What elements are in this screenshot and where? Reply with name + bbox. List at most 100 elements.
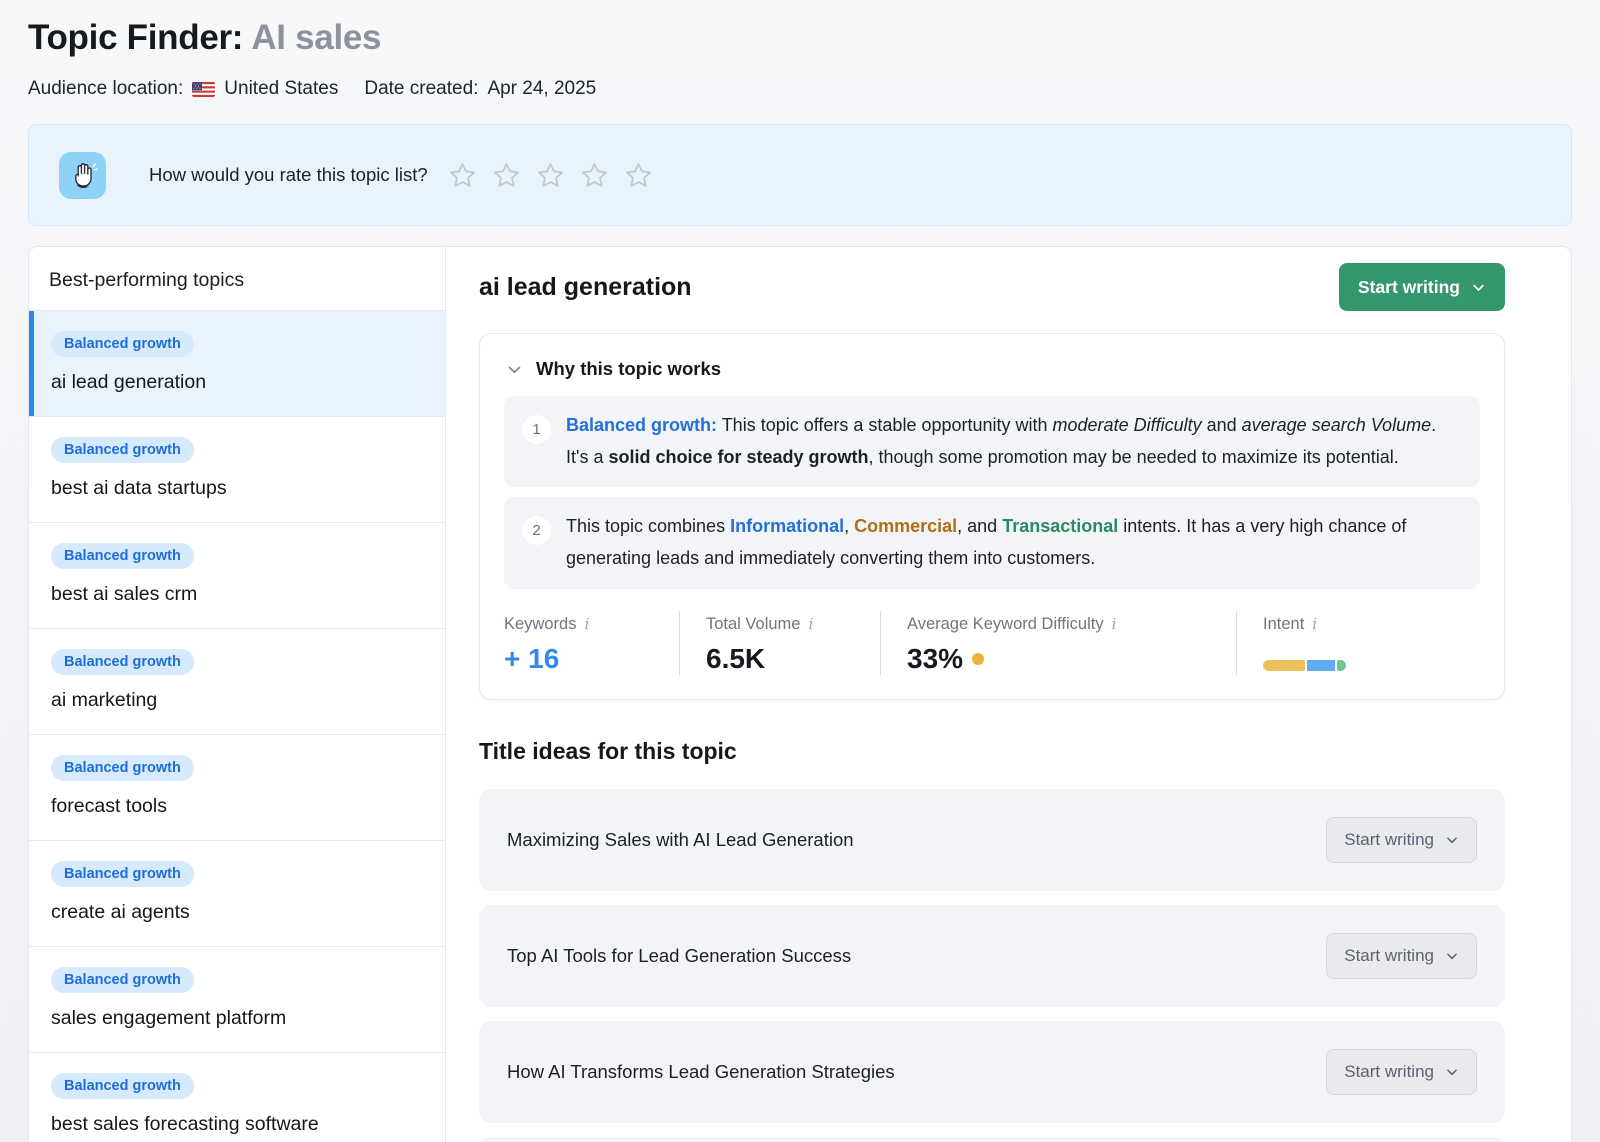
selected-topic-title: ai lead generation — [479, 273, 692, 302]
page-title-prefix: Topic Finder: — [28, 18, 243, 57]
balanced-growth-badge: Balanced growth — [51, 1073, 194, 1099]
difficulty-level-dot — [972, 653, 984, 665]
rating-banner: How would you rate this topic list? — [28, 124, 1572, 226]
total-volume-label: Total Volume — [706, 615, 800, 634]
start-writing-button[interactable]: Start writing — [1326, 817, 1477, 863]
title-idea-card: Maximizing Sales with AI Lead Generation… — [479, 789, 1505, 891]
topic-label: ai lead generation — [51, 371, 425, 394]
chevron-down-icon — [1445, 949, 1459, 963]
sidebar-header: Best-performing topics — [29, 247, 445, 311]
intent-label: Intent — [1263, 615, 1304, 634]
title-idea-card: Top AI Tools for Lead Generation Success… — [479, 905, 1505, 1007]
metric-intent: Intenti — [1236, 611, 1346, 675]
keyword-difficulty-value: 33% — [907, 643, 963, 675]
balanced-growth-badge: Balanced growth — [51, 967, 194, 993]
topic-list-item[interactable]: Balanced growth best ai data startups — [29, 417, 445, 523]
metric-total-volume: Total Volume i 6.5K — [679, 611, 880, 675]
topic-list-item[interactable]: Balanced growth ai marketing — [29, 629, 445, 735]
metrics-row: Keywords i + 16 Total Volume i 6.5K Averag… — [504, 611, 1480, 675]
topic-list-item[interactable]: Balanced growth best sales forecasting s… — [29, 1053, 445, 1142]
topic-label: best ai data startups — [51, 477, 425, 500]
reasons-list: 1 Balanced growth: This topic offers a s… — [504, 396, 1480, 589]
reason-text: This topic combines Informational, Comme… — [566, 511, 1462, 574]
title-ideas-list: Maximizing Sales with AI Lead Generation… — [479, 789, 1505, 1123]
raised-hand-icon — [59, 152, 106, 199]
topic-label: create ai agents — [51, 901, 425, 924]
rating-star[interactable] — [536, 161, 565, 190]
reason-text: Balanced growth: This topic offers a sta… — [566, 410, 1462, 473]
keywords-value: + 16 — [504, 643, 679, 675]
balanced-growth-badge: Balanced growth — [51, 437, 194, 463]
topic-label: best sales forecasting software — [51, 1113, 425, 1136]
collapse-chevron-icon — [506, 361, 523, 378]
reason-number: 2 — [522, 516, 551, 545]
reason-block: 1 Balanced growth: This topic offers a s… — [504, 396, 1480, 487]
info-icon[interactable]: i — [1112, 615, 1117, 633]
balanced-growth-badge: Balanced growth — [51, 331, 194, 357]
topic-label: forecast tools — [51, 795, 425, 818]
title-idea-text: How AI Transforms Lead Generation Strate… — [507, 1061, 895, 1083]
topic-label: ai marketing — [51, 689, 425, 712]
topic-list-item[interactable]: Balanced growth best ai sales crm — [29, 523, 445, 629]
topic-list-item[interactable]: Balanced growth create ai agents — [29, 841, 445, 947]
main-card: Best-performing topics Balanced growth a… — [28, 246, 1572, 1142]
why-topic-works-card: Why this topic works 1 Balanced growth: … — [479, 333, 1505, 700]
info-icon[interactable]: i — [808, 615, 813, 633]
why-topic-works-title: Why this topic works — [536, 358, 721, 380]
page: Topic Finder: AI sales Audience location… — [0, 0, 1600, 1142]
balanced-growth-badge: Balanced growth — [51, 755, 194, 781]
title-idea-card: How AI Transforms Lead Generation Strate… — [479, 1021, 1505, 1123]
start-writing-label: Start writing — [1358, 277, 1460, 298]
balanced-growth-badge: Balanced growth — [51, 649, 194, 675]
date-created: Date created: Apr 24, 2025 — [364, 78, 596, 100]
start-writing-button[interactable]: Start writing — [1326, 1049, 1477, 1095]
topic-list-item[interactable]: Balanced growth sales engagement platfor… — [29, 947, 445, 1053]
metric-keyword-difficulty: Average Keyword Difficulty i 33% — [880, 611, 1236, 675]
rating-star[interactable] — [624, 161, 653, 190]
topic-list-item[interactable]: Balanced growth forecast tools — [29, 735, 445, 841]
keywords-label: Keywords — [504, 615, 576, 634]
chevron-down-icon — [1445, 833, 1459, 847]
start-writing-label: Start writing — [1344, 830, 1434, 850]
reason-number: 1 — [522, 415, 551, 444]
date-created-value: Apr 24, 2025 — [487, 78, 596, 100]
start-writing-button[interactable]: Start writing — [1326, 933, 1477, 979]
info-icon[interactable]: i — [1312, 615, 1317, 633]
chevron-down-icon — [1471, 280, 1486, 295]
intent-segment-informational — [1307, 660, 1335, 671]
audience-location-label: Audience location: — [28, 78, 183, 100]
topic-label: sales engagement platform — [51, 1007, 425, 1030]
balanced-growth-badge: Balanced growth — [51, 861, 194, 887]
rating-star[interactable] — [492, 161, 521, 190]
chevron-down-icon — [1445, 1065, 1459, 1079]
balanced-growth-badge: Balanced growth — [51, 543, 194, 569]
title-ideas-header: Title ideas for this topic — [479, 738, 1505, 765]
reason-block: 2 This topic combines Informational, Com… — [504, 497, 1480, 588]
start-writing-button[interactable]: Start writing — [1339, 263, 1505, 311]
rating-star[interactable] — [448, 161, 477, 190]
keyword-difficulty-label: Average Keyword Difficulty — [907, 615, 1104, 634]
total-volume-value: 6.5K — [706, 643, 880, 675]
page-title-query: AI sales — [251, 18, 381, 57]
detail-header: ai lead generation Start writing — [479, 263, 1505, 311]
metric-keywords: Keywords i + 16 — [504, 611, 679, 675]
info-icon[interactable]: i — [584, 615, 589, 633]
start-writing-label: Start writing — [1344, 946, 1434, 966]
topic-list-item[interactable]: Balanced growth ai lead generation — [29, 311, 445, 417]
title-idea-card-partial — [479, 1137, 1505, 1142]
topic-detail-pane: ai lead generation Start writing Why thi… — [446, 247, 1571, 1142]
intent-bar — [1263, 660, 1346, 671]
start-writing-label: Start writing — [1344, 1062, 1434, 1082]
topics-sidebar: Best-performing topics Balanced growth a… — [29, 247, 446, 1142]
audience-location-value: United States — [224, 78, 338, 100]
why-topic-works-toggle[interactable]: Why this topic works — [504, 354, 1480, 380]
us-flag-icon — [192, 82, 215, 97]
title-idea-text: Maximizing Sales with AI Lead Generation — [507, 829, 854, 851]
intent-segment-commercial — [1263, 660, 1305, 671]
audience-location: Audience location: United State — [28, 78, 338, 100]
rating-star[interactable] — [580, 161, 609, 190]
rating-stars — [448, 161, 653, 190]
title-idea-text: Top AI Tools for Lead Generation Success — [507, 945, 851, 967]
topics-list: Balanced growth ai lead generation Balan… — [29, 311, 445, 1142]
intent-segment-transactional — [1337, 660, 1346, 671]
